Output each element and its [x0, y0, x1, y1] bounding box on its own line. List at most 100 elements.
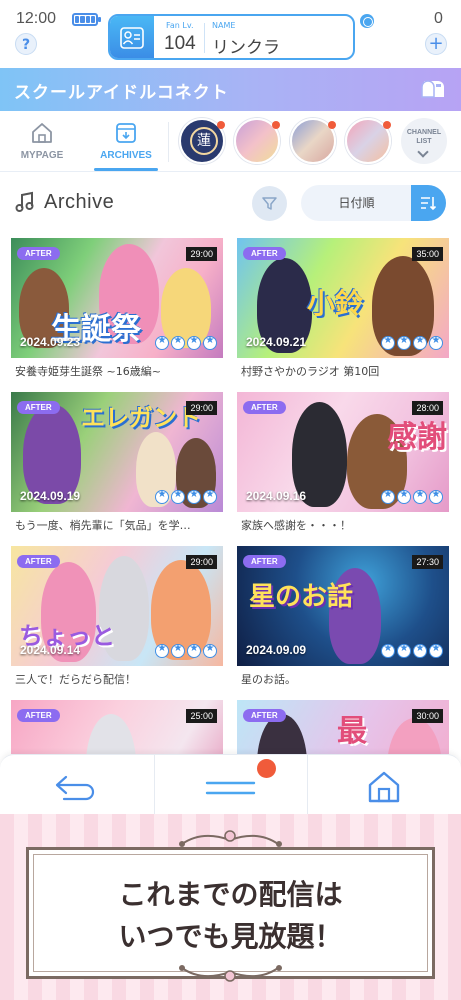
promo-line-1: これまでの配信は	[118, 878, 343, 911]
duration-label: 35:00	[412, 247, 443, 261]
card-title: 三人で！だらだら配信！	[15, 673, 136, 686]
card-art-text: 小鈴	[307, 287, 364, 320]
fan-level-value: 104	[164, 33, 196, 54]
battery-icon	[72, 13, 101, 26]
channel-notify-dot	[272, 121, 280, 129]
duration-label: 25:00	[186, 709, 217, 723]
sort-selector[interactable]: 日付順	[301, 185, 446, 221]
app-banner: スクールアイドルコネクト	[0, 68, 461, 111]
after-badge: AFTER	[243, 247, 286, 260]
main-tabs: MYPAGE ARCHIVES	[0, 112, 461, 172]
card-date: 2024.09.16	[246, 489, 307, 503]
star-rating	[155, 489, 217, 504]
user-name: リンクラ	[212, 38, 280, 58]
card-thumbnail: エレガント AFTER 29:00 2024.09.19	[11, 392, 223, 512]
name-label: NAME	[212, 21, 236, 30]
back-arrow-icon[interactable]	[52, 773, 102, 803]
ornament-icon	[179, 830, 282, 847]
card-title: もう一度、梢先輩に「気品」を学…	[15, 519, 191, 532]
card-thumbnail: 星のお話 AFTER 27:30 2024.09.09	[237, 546, 449, 666]
music-note-icon	[15, 191, 34, 212]
help-icon[interactable]: ?	[15, 33, 37, 55]
archive-box-icon	[116, 123, 136, 143]
card-art-text: エレガント	[81, 404, 201, 432]
sort-order-icon	[421, 197, 437, 211]
sort-order-button[interactable]	[411, 185, 446, 221]
tab-archives-label: ARCHIVES	[100, 150, 152, 161]
card-thumbnail: 最 AFTER 30:00	[237, 700, 449, 754]
card-thumbnail: ちょっと AFTER 29:00 2024.09.14	[11, 546, 223, 666]
channel-list-button[interactable]: CHANNEL LIST	[401, 118, 447, 164]
after-badge: AFTER	[243, 555, 286, 568]
home-icon[interactable]	[366, 769, 402, 805]
card-thumbnail: AFTER 25:00	[11, 700, 223, 754]
archive-card[interactable]: AFTER 25:00	[11, 700, 223, 754]
star-rating	[155, 643, 217, 658]
card-date: 2024.09.14	[20, 643, 81, 657]
nav-divider	[307, 755, 308, 815]
channel-notify-dot	[328, 121, 336, 129]
after-badge: AFTER	[243, 401, 286, 414]
card-art-text: 星のお話	[249, 582, 354, 612]
card-date: 2024.09.23	[20, 335, 81, 349]
channel-list-label-1: CHANNEL	[406, 129, 442, 136]
coin-count: 0	[434, 10, 443, 27]
id-card-icon	[110, 16, 154, 58]
card-title: 安養寺姫芽生誕祭 ~16歳編~	[15, 365, 161, 378]
tab-archives[interactable]: ARCHIVES	[84, 112, 168, 172]
profile-card[interactable]: Fan Lv. 104 NAME リンクラ	[108, 14, 355, 60]
sort-value: 日付順	[338, 196, 375, 210]
archive-card[interactable]: 小鈴 AFTER 35:00 2024.09.21 村野さやかのラジオ 第10回	[237, 238, 449, 388]
channel-list-label-2: LIST	[416, 138, 432, 145]
card-date: 2024.09.19	[20, 489, 81, 503]
menu-notify-dot	[257, 759, 276, 778]
card-art-text: 感謝	[387, 420, 447, 455]
card-thumbnail: 感謝 AFTER 28:00 2024.09.16	[237, 392, 449, 512]
fan-level-label: Fan Lv.	[166, 21, 194, 30]
card-title: 家族へ感謝を・・・！	[241, 519, 351, 532]
promo-text: これまでの配信は いつでも見放題！	[29, 874, 432, 958]
after-badge: AFTER	[17, 401, 60, 414]
archive-card[interactable]: エレガント AFTER 29:00 2024.09.19 もう一度、梢先輩に「気…	[11, 392, 223, 542]
nav-divider	[154, 755, 155, 815]
after-badge: AFTER	[17, 247, 60, 260]
card-date: 2024.09.21	[246, 335, 307, 349]
duration-label: 28:00	[412, 401, 443, 415]
profile-divider	[204, 23, 205, 53]
card-title: 星のお話。	[241, 673, 296, 686]
filter-icon	[262, 197, 277, 210]
duration-label: 27:30	[412, 555, 443, 569]
archive-title: Archive	[44, 191, 115, 213]
channel-logo-text: 蓮	[190, 127, 218, 155]
archive-card[interactable]: 生誕祭 AFTER 29:00 2024.09.23 安養寺姫芽生誕祭 ~16歳…	[11, 238, 223, 388]
mailbox-icon[interactable]	[420, 78, 446, 104]
tab-mypage-label: MYPAGE	[20, 150, 64, 161]
app-title: スクールアイドルコネクト	[14, 83, 229, 103]
archive-header: Archive 日付順	[0, 172, 461, 234]
after-badge: AFTER	[17, 709, 60, 722]
ornament-icon	[179, 965, 282, 982]
star-rating	[381, 489, 443, 504]
star-rating	[381, 643, 443, 658]
tab-mypage[interactable]: MYPAGE	[0, 112, 84, 172]
archive-card[interactable]: 最 AFTER 30:00	[237, 700, 449, 754]
clock: 12:00	[16, 10, 57, 27]
promo-line-2: いつでも見放題！	[118, 920, 343, 953]
archive-card[interactable]: 感謝 AFTER 28:00 2024.09.16 家族へ感謝を・・・！	[237, 392, 449, 542]
duration-label: 29:00	[186, 401, 217, 415]
archive-card[interactable]: ちょっと AFTER 29:00 2024.09.14 三人で！だらだら配信！	[11, 546, 223, 696]
status-bar: 12:00 ? Fan Lv. 104 NAME リンクラ 0 +	[0, 0, 461, 62]
card-art-text: 最	[337, 714, 367, 749]
archive-card[interactable]: 星のお話 AFTER 27:30 2024.09.09 星のお話。	[237, 546, 449, 696]
duration-label: 29:00	[186, 555, 217, 569]
card-date: 2024.09.09	[246, 643, 307, 657]
channel-notify-dot	[217, 121, 225, 129]
duration-label: 30:00	[412, 709, 443, 723]
chevron-down-icon	[417, 146, 429, 158]
coin-icon	[360, 14, 374, 28]
menu-icon[interactable]	[204, 773, 260, 803]
home-outline-icon	[32, 123, 52, 143]
after-badge: AFTER	[243, 709, 286, 722]
add-coins-button[interactable]: +	[425, 33, 447, 55]
filter-button[interactable]	[252, 186, 287, 221]
